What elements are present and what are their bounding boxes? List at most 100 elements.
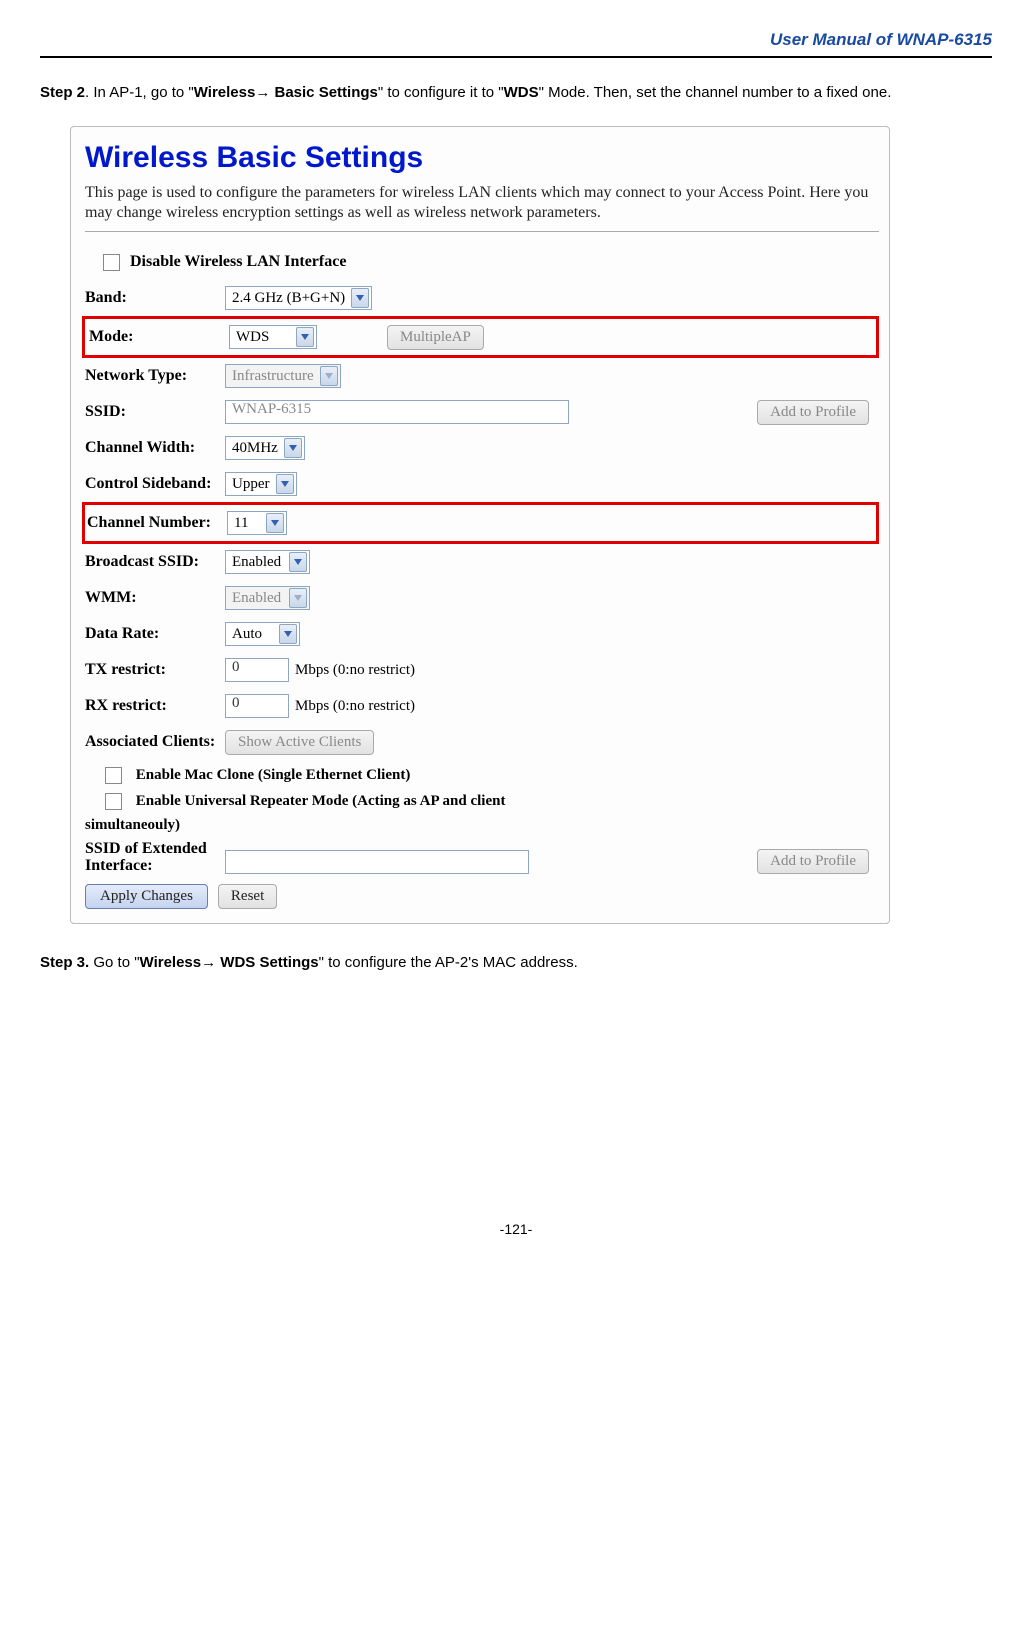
step2-nav1: Wireless <box>194 84 256 101</box>
ssid-ext-l2: Interface: <box>85 857 153 874</box>
channel-width-value: 40MHz <box>232 440 284 457</box>
wmm-select: Enabled <box>225 586 310 610</box>
multiple-ap-button[interactable]: MultipleAP <box>387 325 484 350</box>
step2-text-a: . In AP-1, go to " <box>85 84 194 101</box>
universal-repeater-checkbox[interactable] <box>105 793 122 810</box>
associated-clients-row: Associated Clients: Show Active Clients <box>85 724 879 760</box>
channel-number-label: Channel Number: <box>87 515 227 532</box>
channel-number-value: 11 <box>234 515 254 532</box>
arrow-icon: → <box>255 84 270 101</box>
universal-repeater-row: Enable Universal Repeater Mode (Acting a… <box>85 792 879 812</box>
universal-repeater-label-l2: simultaneouly) <box>85 817 879 834</box>
action-buttons-row: Apply Changes Reset <box>85 884 879 909</box>
ssid-extended-input[interactable] <box>225 850 529 874</box>
data-rate-row: Data Rate: Auto <box>85 616 879 652</box>
wmm-value: Enabled <box>232 590 287 607</box>
universal-repeater-label-l1: Enable Universal Repeater Mode (Acting a… <box>136 793 506 809</box>
show-active-clients-button[interactable]: Show Active Clients <box>225 730 374 755</box>
step3-text-a: Go to " <box>89 954 139 971</box>
control-sideband-row: Control Sideband: Upper <box>85 466 879 502</box>
broadcast-ssid-row: Broadcast SSID: Enabled <box>85 544 879 580</box>
network-type-select: Infrastructure <box>225 364 341 388</box>
chevron-down-icon <box>276 474 294 494</box>
mode-row-highlighted: Mode: WDS MultipleAP <box>82 316 879 358</box>
rx-restrict-row: RX restrict: 0 Mbps (0:no restrict) <box>85 688 879 724</box>
mac-clone-label: Enable Mac Clone (Single Ethernet Client… <box>136 767 411 783</box>
associated-clients-label: Associated Clients: <box>85 734 225 751</box>
step2-text-b: " to configure it to " <box>378 84 504 101</box>
ssid-row: SSID: WNAP-6315 Add to Profile <box>85 394 879 430</box>
chevron-down-icon <box>296 327 314 347</box>
rx-mbps-text: Mbps (0:no restrict) <box>295 698 415 715</box>
data-rate-value: Auto <box>232 626 268 643</box>
disable-wlan-row: Disable Wireless LAN Interface <box>85 244 879 280</box>
chevron-down-icon <box>284 438 302 458</box>
band-label: Band: <box>85 289 225 307</box>
control-sideband-label: Control Sideband: <box>85 476 225 493</box>
channel-number-select[interactable]: 11 <box>227 511 287 535</box>
step2-wds: WDS <box>504 84 539 101</box>
chevron-down-icon <box>266 513 284 533</box>
broadcast-ssid-select[interactable]: Enabled <box>225 550 310 574</box>
chevron-down-icon <box>289 588 307 608</box>
band-select[interactable]: 2.4 GHz (B+G+N) <box>225 286 372 310</box>
tx-mbps-text: Mbps (0:no restrict) <box>295 662 415 679</box>
step3-nav2: WDS Settings <box>216 954 319 971</box>
mac-clone-row: Enable Mac Clone (Single Ethernet Client… <box>85 766 879 786</box>
add-to-profile-button-2[interactable]: Add to Profile <box>757 849 869 874</box>
ssid-label: SSID: <box>85 403 225 421</box>
apply-changes-button[interactable]: Apply Changes <box>85 884 208 909</box>
wmm-label: WMM: <box>85 589 225 607</box>
ssid-ext-l1: SSID of Extended <box>85 840 207 857</box>
broadcast-ssid-label: Broadcast SSID: <box>85 553 225 571</box>
channel-width-row: Channel Width: 40MHz <box>85 430 879 466</box>
rx-restrict-input[interactable]: 0 <box>225 694 289 718</box>
data-rate-select[interactable]: Auto <box>225 622 300 646</box>
mac-clone-checkbox[interactable] <box>105 767 122 784</box>
ssid-input[interactable]: WNAP-6315 <box>225 400 569 424</box>
step3-prefix: Step 3. <box>40 954 89 971</box>
page-number: -121- <box>40 1221 992 1237</box>
control-sideband-value: Upper <box>232 476 276 493</box>
tx-restrict-row: TX restrict: 0 Mbps (0:no restrict) <box>85 652 879 688</box>
step3-paragraph: Step 3. Go to "Wireless→ WDS Settings" t… <box>40 954 992 971</box>
network-type-label: Network Type: <box>85 367 225 385</box>
tx-restrict-label: TX restrict: <box>85 661 225 679</box>
band-value: 2.4 GHz (B+G+N) <box>232 290 351 307</box>
chevron-down-icon <box>351 288 369 308</box>
data-rate-label: Data Rate: <box>85 625 225 643</box>
ssid-extended-row: SSID of Extended Interface: Add to Profi… <box>85 838 879 874</box>
step2-text-c: " Mode. Then, set the channel number to … <box>539 84 892 101</box>
control-sideband-select[interactable]: Upper <box>225 472 297 496</box>
step2-prefix: Step 2 <box>40 84 85 101</box>
step2-nav2: Basic Settings <box>270 84 378 101</box>
channel-number-row-highlighted: Channel Number: 11 <box>82 502 879 544</box>
broadcast-ssid-value: Enabled <box>232 554 287 571</box>
chevron-down-icon <box>320 366 338 386</box>
chevron-down-icon <box>289 552 307 572</box>
tx-restrict-input[interactable]: 0 <box>225 658 289 682</box>
rx-restrict-label: RX restrict: <box>85 697 225 715</box>
network-type-row: Network Type: Infrastructure <box>85 358 879 394</box>
reset-button[interactable]: Reset <box>218 884 277 909</box>
panel-title: Wireless Basic Settings <box>85 141 879 175</box>
disable-wlan-label: Disable Wireless LAN Interface <box>130 253 346 271</box>
step3-text-b: " to configure the AP-2's MAC address. <box>319 954 578 971</box>
divider <box>85 231 879 232</box>
page-header: User Manual of WNAP-6315 <box>40 30 992 58</box>
disable-wlan-checkbox[interactable] <box>103 254 120 271</box>
arrow-icon: → <box>201 954 216 971</box>
wmm-row: WMM: Enabled <box>85 580 879 616</box>
chevron-down-icon <box>279 624 297 644</box>
mode-select[interactable]: WDS <box>229 325 317 349</box>
network-type-value: Infrastructure <box>232 368 320 385</box>
step2-paragraph: Step 2. In AP-1, go to "Wireless→ Basic … <box>40 78 992 108</box>
mode-value: WDS <box>236 329 275 346</box>
channel-width-select[interactable]: 40MHz <box>225 436 305 460</box>
channel-width-label: Channel Width: <box>85 439 225 457</box>
mode-label: Mode: <box>89 328 229 346</box>
panel-description: This page is used to configure the param… <box>85 183 879 223</box>
add-to-profile-button[interactable]: Add to Profile <box>757 400 869 425</box>
wireless-basic-settings-panel: Wireless Basic Settings This page is use… <box>70 126 890 924</box>
step3-nav1: Wireless <box>140 954 202 971</box>
